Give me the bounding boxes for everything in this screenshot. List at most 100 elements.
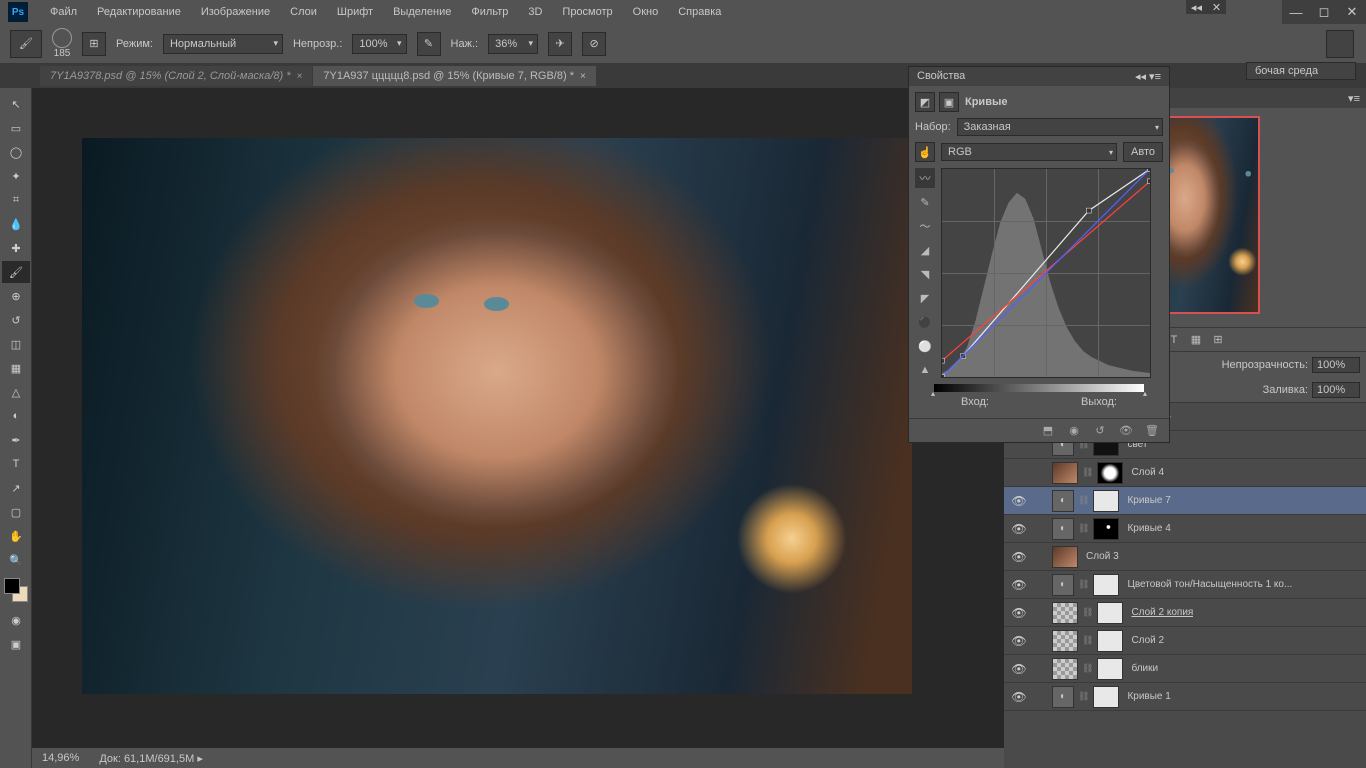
mask-thumb[interactable] <box>1093 518 1119 540</box>
layer-visibility-icon[interactable]: 👁 <box>1008 522 1030 536</box>
menu-view[interactable]: Просмотр <box>552 2 622 22</box>
delete-adjustment-icon[interactable]: 🗑 <box>1143 422 1161 440</box>
menu-filter[interactable]: Фильтр <box>461 2 518 22</box>
adjustment-thumb-icon[interactable]: ◐ <box>1052 686 1074 708</box>
tab-close-icon[interactable]: × <box>297 71 303 82</box>
channelmix-adj-icon[interactable]: ▦ <box>1188 332 1204 348</box>
zoom-tool-icon[interactable]: 🔍 <box>2 549 30 571</box>
layer-row[interactable]: 👁◐⛓Кривые 7 <box>1004 487 1366 515</box>
eyedropper-tool-icon[interactable]: 💧 <box>2 213 30 235</box>
layer-name-label[interactable]: Слой 3 <box>1086 551 1119 562</box>
pressure-opacity-icon[interactable]: ✎ <box>417 32 441 56</box>
brush-panel-icon[interactable]: ⊞ <box>82 32 106 56</box>
panel-menu-icon[interactable]: ▾≡ <box>1342 92 1366 105</box>
mask-link-icon[interactable]: ⛓ <box>1082 607 1093 618</box>
mask-thumb[interactable] <box>1097 602 1123 624</box>
close-button[interactable]: ✕ <box>1338 0 1366 24</box>
menu-type[interactable]: Шрифт <box>327 2 383 22</box>
layer-name-label[interactable]: Слой 4 <box>1131 467 1164 478</box>
blend-mode-dropdown[interactable]: Нормальный <box>163 34 283 54</box>
canvas-area[interactable]: 14,96% Док: 61,1M/691,5M ▸ <box>32 88 1004 768</box>
layer-name-label[interactable]: Цветовой тон/Насыщенность 1 ко... <box>1127 579 1292 590</box>
history-brush-tool-icon[interactable]: ↺ <box>2 309 30 331</box>
panel-menu-icon[interactable]: ◂◂ ▾≡ <box>1135 70 1161 83</box>
heal-tool-icon[interactable]: ✚ <box>2 237 30 259</box>
opacity-dropdown[interactable]: 100% <box>352 34 406 54</box>
document-tab-2[interactable]: 7Y1A937 ццццц8.psd @ 15% (Кривые 7, RGB/… <box>313 66 595 86</box>
pressure-size-icon[interactable]: ⊘ <box>582 32 606 56</box>
auto-hand-icon[interactable]: ☝ <box>915 142 935 162</box>
mask-link-icon[interactable]: ⛓ <box>1078 691 1089 702</box>
fill-input[interactable]: 100% <box>1312 382 1360 398</box>
mask-link-icon[interactable]: ⛓ <box>1082 467 1093 478</box>
gradient-tool-icon[interactable]: ▦ <box>2 357 30 379</box>
sample-gray-icon[interactable]: ◥ <box>915 264 935 284</box>
marquee-tool-icon[interactable]: ▭ <box>2 117 30 139</box>
crop-tool-icon[interactable]: ⌗ <box>2 189 30 211</box>
adjustment-icon[interactable]: ◩ <box>915 92 935 112</box>
layer-visibility-icon[interactable]: 👁 <box>1008 494 1030 508</box>
layer-thumb[interactable] <box>1052 546 1078 568</box>
stamp-tool-icon[interactable]: ⊕ <box>2 285 30 307</box>
airbrush-icon[interactable]: ✈ <box>548 32 572 56</box>
layers-list[interactable]: 👁◐⛓Кривые 5👁◐⛓свет👁⛓Слой 4👁◐⛓Кривые 7👁◐⛓… <box>1004 403 1366 768</box>
layer-row[interactable]: 👁◐⛓Цветовой тон/Насыщенность 1 ко... <box>1004 571 1366 599</box>
hand-tool-icon[interactable]: ✋ <box>2 525 30 547</box>
menu-3d[interactable]: 3D <box>518 2 552 22</box>
layer-thumb[interactable] <box>1052 658 1078 680</box>
layer-name-label[interactable]: Кривые 1 <box>1127 691 1170 702</box>
move-tool-icon[interactable]: ↖ <box>2 93 30 115</box>
layer-thumb[interactable] <box>1052 602 1078 624</box>
mask-link-icon[interactable]: ⛓ <box>1078 495 1089 506</box>
panel-dock-controls[interactable]: ◂◂✕ <box>1186 0 1226 14</box>
previous-state-icon[interactable]: ◉ <box>1065 422 1083 440</box>
adjustment-thumb-icon[interactable]: ◐ <box>1052 490 1074 512</box>
screenmode-icon[interactable]: ▣ <box>2 633 30 655</box>
maximize-button[interactable]: ◻ <box>1310 0 1338 24</box>
layer-row[interactable]: 👁⛓Слой 2 копия <box>1004 599 1366 627</box>
adjustment-thumb-icon[interactable]: ◐ <box>1052 574 1074 596</box>
sample-white-icon[interactable]: ◤ <box>915 288 935 308</box>
layer-row[interactable]: 👁◐⛓Кривые 4 <box>1004 515 1366 543</box>
workspace-dropdown[interactable]: бочая среда <box>1246 62 1356 80</box>
foreground-color-swatch[interactable] <box>4 578 20 594</box>
mask-thumb[interactable] <box>1093 574 1119 596</box>
toggle-visibility-icon[interactable]: 👁 <box>1117 422 1135 440</box>
curve-smooth-icon[interactable]: 〜 <box>915 216 935 236</box>
curve-draw-icon[interactable]: ✎ <box>915 192 935 212</box>
colorlookup-adj-icon[interactable]: ⊞ <box>1210 332 1226 348</box>
layer-visibility-icon[interactable]: 👁 <box>1008 662 1030 676</box>
wand-tool-icon[interactable]: ✦ <box>2 165 30 187</box>
mask-icon[interactable]: ▣ <box>939 92 959 112</box>
layer-name-label[interactable]: блики <box>1131 663 1158 674</box>
eyedropper-white-icon[interactable]: ⚪ <box>915 336 935 356</box>
input-gradient-slider[interactable]: ▴ ▴ <box>934 384 1144 392</box>
lasso-tool-icon[interactable]: ◯ <box>2 141 30 163</box>
layer-row[interactable]: 👁 ◐ ⛓ Кривые 1 <box>1004 683 1366 711</box>
layer-visibility-icon[interactable]: 👁 <box>1008 550 1030 564</box>
cloud-share-icon[interactable] <box>1326 30 1354 58</box>
menu-window[interactable]: Окно <box>623 2 669 22</box>
minimize-button[interactable]: — <box>1282 0 1310 24</box>
menu-select[interactable]: Выделение <box>383 2 461 22</box>
path-tool-icon[interactable]: ↗ <box>2 477 30 499</box>
layer-row[interactable]: 👁 ⛓ Слой 4 <box>1004 459 1366 487</box>
document-canvas[interactable] <box>82 138 912 694</box>
menu-image[interactable]: Изображение <box>191 2 280 22</box>
layer-thumb[interactable] <box>1052 630 1078 652</box>
menu-layers[interactable]: Слои <box>280 2 327 22</box>
mask-thumb[interactable] <box>1093 686 1119 708</box>
color-swatches[interactable] <box>4 578 28 602</box>
layer-visibility-icon[interactable]: 👁 <box>1008 466 1030 480</box>
layer-name-label[interactable]: Слой 2 копия <box>1131 607 1193 618</box>
pen-tool-icon[interactable]: ✒ <box>2 429 30 451</box>
tool-preset-icon[interactable]: 🖌 <box>10 30 42 58</box>
brush-tool-icon[interactable]: 🖌 <box>2 261 30 283</box>
mask-link-icon[interactable]: ⛓ <box>1078 523 1089 534</box>
tab-close-icon[interactable]: × <box>580 71 586 82</box>
layer-visibility-icon[interactable]: 👁 <box>1008 690 1030 704</box>
layer-visibility-icon[interactable]: 👁 <box>1008 634 1030 648</box>
type-tool-icon[interactable]: T <box>2 453 30 475</box>
layer-row[interactable]: 👁 Слой 3 <box>1004 543 1366 571</box>
layer-opacity-input[interactable]: 100% <box>1312 357 1360 373</box>
